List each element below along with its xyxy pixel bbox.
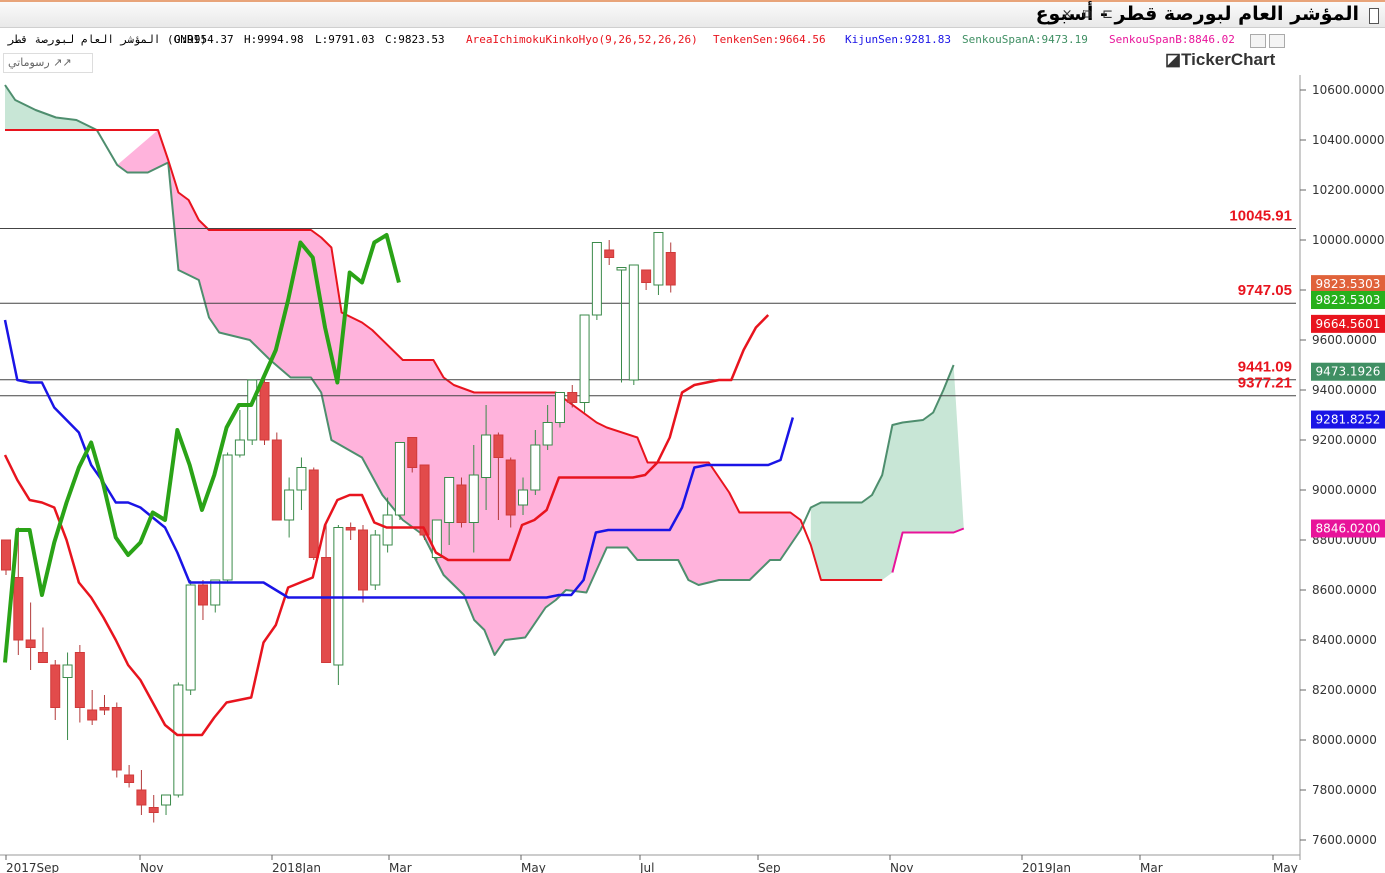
candle-down[interactable] xyxy=(321,557,332,663)
senkou-span-b-future-line xyxy=(891,527,965,573)
candle-up[interactable] xyxy=(382,514,393,546)
candle-down[interactable] xyxy=(1,539,11,571)
candle-down[interactable] xyxy=(308,469,319,558)
candle-down[interactable] xyxy=(456,484,467,523)
candle-down[interactable] xyxy=(197,584,208,606)
y-tick-label: 8400.0000 xyxy=(1312,633,1377,647)
x-tick-label: Sep xyxy=(758,861,781,873)
y-tick-label: 9000.0000 xyxy=(1312,483,1377,497)
candle-down[interactable] xyxy=(271,439,282,521)
candle-up[interactable] xyxy=(62,664,73,678)
candle-down[interactable] xyxy=(407,437,418,468)
candle-up[interactable] xyxy=(653,232,664,286)
candle-up[interactable] xyxy=(444,477,455,523)
y-tick-label: 9400.0000 xyxy=(1312,383,1377,397)
candle-up[interactable] xyxy=(284,489,295,521)
y-tick-label: 10600.0000 xyxy=(1312,83,1385,97)
x-tick-label: Jul xyxy=(639,861,654,873)
candle-down[interactable] xyxy=(419,464,430,536)
candle-up[interactable] xyxy=(394,442,405,516)
candle-up[interactable] xyxy=(468,474,479,523)
y-tick-label: 7600.0000 xyxy=(1312,833,1377,847)
candle-up[interactable] xyxy=(370,534,381,586)
x-tick-label: 2017Sep xyxy=(6,861,59,873)
x-tick-label: Nov xyxy=(890,861,913,873)
candle-up[interactable] xyxy=(530,444,541,491)
candle-down[interactable] xyxy=(259,382,270,441)
candle-down[interactable] xyxy=(124,774,135,783)
candle-up[interactable] xyxy=(591,242,602,316)
price-tag-label: 8846.0200 xyxy=(1316,521,1381,535)
candle-up[interactable] xyxy=(518,489,529,506)
candle-up[interactable] xyxy=(234,439,245,456)
y-tick-label: 9200.0000 xyxy=(1312,433,1377,447)
candle-down[interactable] xyxy=(357,529,368,591)
candle-up[interactable] xyxy=(161,794,172,806)
candle-down[interactable] xyxy=(111,707,122,771)
candle-up[interactable] xyxy=(296,467,307,491)
y-tick-label: 9600.0000 xyxy=(1312,333,1377,347)
horizontal-level-label: 9377.21 xyxy=(1238,375,1292,392)
candle-down[interactable] xyxy=(25,639,36,648)
candle-up[interactable] xyxy=(481,434,492,478)
price-tag-label: 9473.1926 xyxy=(1316,365,1381,379)
candle-down[interactable] xyxy=(74,652,85,708)
horizontal-level-label: 10045.91 xyxy=(1229,208,1292,225)
candle-down[interactable] xyxy=(50,664,61,708)
y-tick-label: 10400.0000 xyxy=(1312,133,1385,147)
y-tick-label: 7800.0000 xyxy=(1312,783,1377,797)
candle-up[interactable] xyxy=(542,422,553,446)
x-tick-label: Mar xyxy=(389,861,412,873)
candle-down[interactable] xyxy=(99,707,110,711)
candle-up[interactable] xyxy=(579,314,590,403)
candle-down[interactable] xyxy=(567,392,578,403)
price-tag-label: 9823.5303 xyxy=(1316,293,1381,307)
candle-up[interactable] xyxy=(173,684,184,796)
x-tick-label: Nov xyxy=(140,861,163,873)
y-tick-label: 10000.0000 xyxy=(1312,233,1385,247)
x-tick-label: May xyxy=(1273,861,1298,873)
x-tick-label: 2018Jan xyxy=(272,861,321,873)
candle-down[interactable] xyxy=(641,269,652,283)
horizontal-level-label: 9747.05 xyxy=(1238,282,1292,299)
y-tick-label: 8600.0000 xyxy=(1312,583,1377,597)
candle-down[interactable] xyxy=(505,459,516,516)
candle-down[interactable] xyxy=(13,577,24,641)
price-tag-label: 9664.5601 xyxy=(1316,317,1381,331)
price-tag-label: 9281.8252 xyxy=(1316,413,1381,427)
price-tag-label: 9823.5303 xyxy=(1316,277,1381,291)
candle-down[interactable] xyxy=(665,252,676,286)
x-tick-label: 2019Jan xyxy=(1022,861,1071,873)
y-tick-label: 8000.0000 xyxy=(1312,733,1377,747)
candle-down[interactable] xyxy=(148,807,159,813)
candle-down[interactable] xyxy=(87,709,98,721)
y-tick-label: 10200.0000 xyxy=(1312,183,1385,197)
y-tick-label: 8200.0000 xyxy=(1312,683,1377,697)
candle-up[interactable] xyxy=(247,379,258,441)
candle-down[interactable] xyxy=(37,652,48,663)
candle-down[interactable] xyxy=(604,249,615,258)
candle-up[interactable] xyxy=(554,392,565,423)
candle-up[interactable] xyxy=(628,264,639,381)
horizontal-level-label: 9441.09 xyxy=(1238,359,1292,376)
x-tick-label: May xyxy=(521,861,546,873)
x-tick-label: Mar xyxy=(1140,861,1163,873)
candle-up[interactable] xyxy=(185,584,196,691)
candle-down[interactable] xyxy=(136,789,147,806)
candle-up[interactable] xyxy=(616,267,627,271)
candle-up[interactable] xyxy=(222,454,233,581)
candle-down[interactable] xyxy=(345,527,356,531)
kumo-bearish xyxy=(117,130,801,655)
ichimoku-chart[interactable]: 10600.0000 10400.0000 10200.0000 10000.0000… xyxy=(0,0,1385,873)
candle-down[interactable] xyxy=(493,434,504,458)
